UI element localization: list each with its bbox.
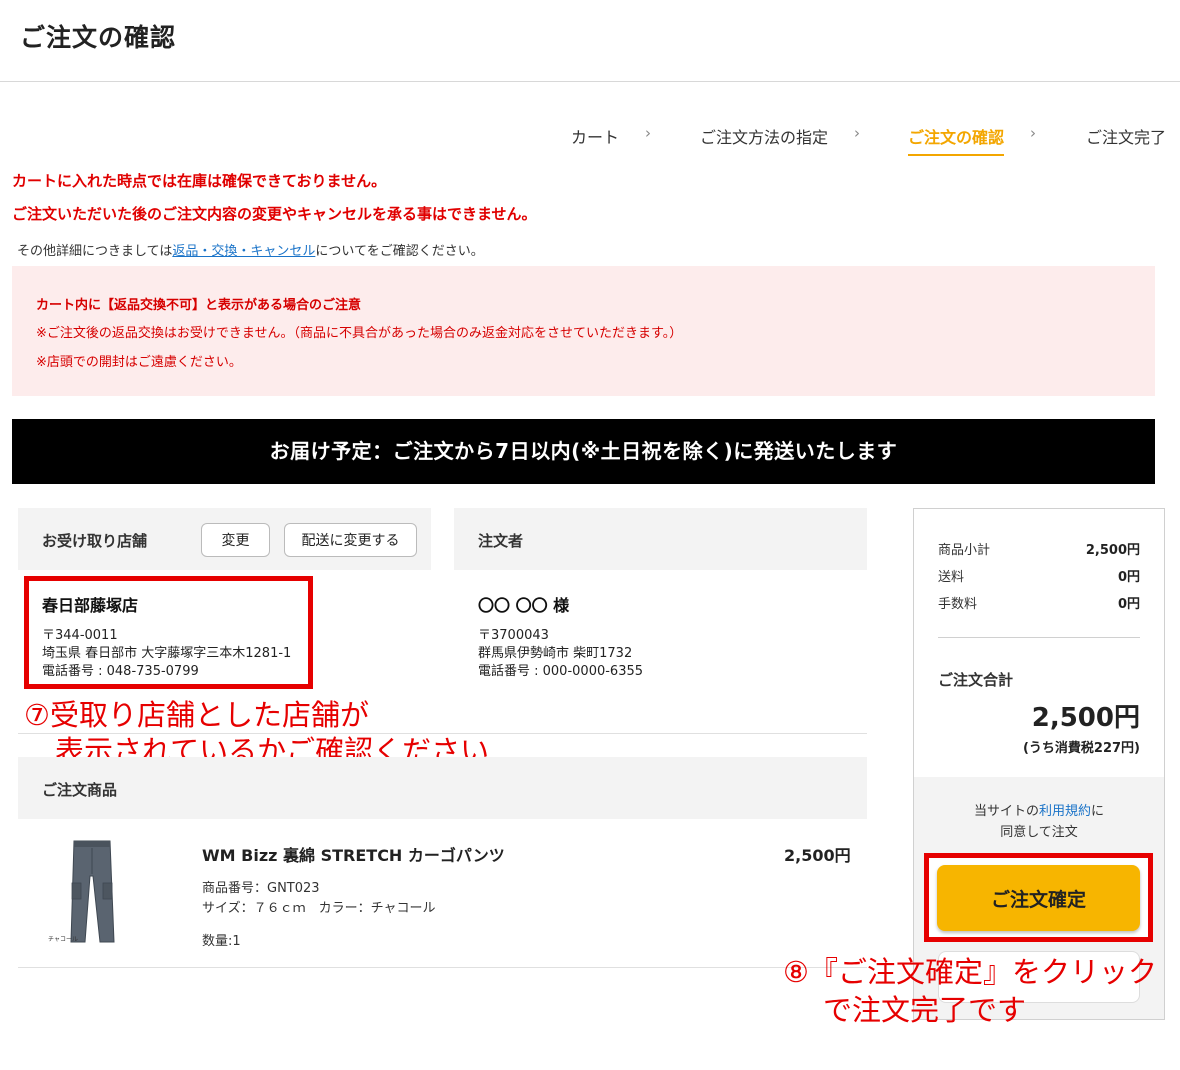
notice-heading: カート内に【返品交換不可】と表示がある場合のご注意 xyxy=(36,298,362,313)
cancel-warning: ご注文いただいた後のご注文内容の変更やキャンセルを承る事はできません。 xyxy=(12,205,537,223)
fee-label: 手数料 xyxy=(938,597,978,612)
tax-note: (うち消費税227円) xyxy=(1022,741,1140,756)
orderer-postal: 〒3700043 xyxy=(478,628,549,643)
store-name: 春日部藤塚店 xyxy=(42,596,139,615)
change-store-button[interactable]: 変更 xyxy=(201,523,270,557)
confirm-annotation-line2: で注文完了です xyxy=(823,993,1027,1027)
store-address: 埼玉県 春日部市 大字藤塚字三本木1281-1 xyxy=(42,646,292,661)
store-annotation-line1: ⑦受取り店舗とした店舗が xyxy=(24,698,369,732)
divider xyxy=(18,967,867,968)
switch-to-delivery-button[interactable]: 配送に変更する xyxy=(284,523,417,557)
fee-value: 0円 xyxy=(1117,597,1140,612)
store-postal: 〒344-0011 xyxy=(42,628,118,643)
order-summary: 商品小計 2,500円 送料 0円 手数料 0円 ご注文合計 2,500円 (う… xyxy=(913,508,1165,1020)
product-price: 2,500円 xyxy=(784,846,851,865)
orderer-heading: 注文者 xyxy=(478,532,524,550)
subtotal-value: 2,500円 xyxy=(1085,543,1140,558)
policy-info: その他詳細につきましては返品・交換・キャンセルについてをご確認ください。 xyxy=(17,244,484,259)
product-quantity: 数量:1 xyxy=(202,934,241,949)
delivery-banner: お届け予定：ご注文から7日以内(※土日祝を除く)に発送いたします xyxy=(12,419,1155,484)
step-order-method[interactable]: ご注文方法の指定 xyxy=(700,124,828,148)
orderer-phone: 電話番号 : 000-0000-6355 xyxy=(478,664,644,679)
confirm-order-button[interactable]: ご注文確定 xyxy=(937,865,1140,931)
cargo-pants-icon xyxy=(70,840,115,943)
pickup-store-header: お受け取り店舗 変更 配送に変更する xyxy=(18,508,431,570)
order-items-heading: ご注文商品 xyxy=(42,781,118,799)
stock-warning: カートに入れた時点では在庫は確保できておりません。 xyxy=(12,172,387,190)
confirm-annotation-line1: ⑧『ご注文確定』をクリック xyxy=(783,955,1157,989)
step-cart[interactable]: カート xyxy=(571,124,619,148)
subtotal-row: 商品小計 2,500円 xyxy=(938,539,1140,558)
order-items-header: ご注文商品 xyxy=(18,757,867,819)
product-options: サイズ：７６ｃｍ カラー：チャコール xyxy=(202,901,436,916)
product-image-caption: チャコール xyxy=(48,936,78,943)
summary-divider xyxy=(938,637,1140,638)
store-phone: 電話番号 : 048-735-0799 xyxy=(42,664,199,679)
shipping-label: 送料 xyxy=(938,570,965,585)
terms-agreement: 当サイトの利用規約に 同意して注文 xyxy=(973,804,1105,840)
total-label: ご注文合計 xyxy=(938,671,1014,689)
fee-row: 手数料 0円 xyxy=(938,593,1140,612)
confirm-highlight-box: ご注文確定 xyxy=(924,853,1153,942)
orderer-name: 〇〇 〇〇 様 xyxy=(478,596,570,615)
shipping-value: 0円 xyxy=(1117,570,1140,585)
step-complete: ご注文完了 xyxy=(1086,128,1167,147)
step-separator: › xyxy=(1030,124,1036,142)
subtotal-label: 商品小計 xyxy=(938,543,991,558)
shipping-row: 送料 0円 xyxy=(938,566,1140,585)
page-header: ご注文の確認 xyxy=(0,0,1180,82)
pickup-store-heading: お受け取り店舗 xyxy=(42,532,148,550)
step-confirm: ご注文の確認 xyxy=(908,124,1005,156)
checkout-steps: カート › ご注文方法の指定 › ご注文の確認 › ご注文完了 xyxy=(0,124,1180,156)
product-image: チャコール xyxy=(44,838,134,948)
step-separator: › xyxy=(645,124,651,142)
non-returnable-notice: カート内に【返品交換不可】と表示がある場合のご注意 ※ご注文後の返品交換はお受け… xyxy=(12,266,1155,396)
return-policy-link[interactable]: 返品・交換・キャンセル xyxy=(172,244,315,259)
orderer-address: 群馬県伊勢崎市 柴町1732 xyxy=(478,646,633,661)
product-name[interactable]: WM Bizz 裏綿 STRETCH カーゴパンツ xyxy=(202,842,505,866)
page-title: ご注文の確認 xyxy=(20,23,177,52)
step-separator: › xyxy=(854,124,860,142)
total-value: 2,500円 xyxy=(1031,703,1140,733)
notice-line: ※店頭での開封はご遠慮ください。 xyxy=(36,355,242,370)
terms-link[interactable]: 利用規約 xyxy=(1039,804,1091,819)
product-sku: 商品番号：GNT023 xyxy=(202,881,320,896)
notice-line: ※ご注文後の返品交換はお受けできません。（商品に不具合があった場合のみ返金対応を… xyxy=(36,326,683,341)
orderer-header: 注文者 xyxy=(454,508,867,570)
